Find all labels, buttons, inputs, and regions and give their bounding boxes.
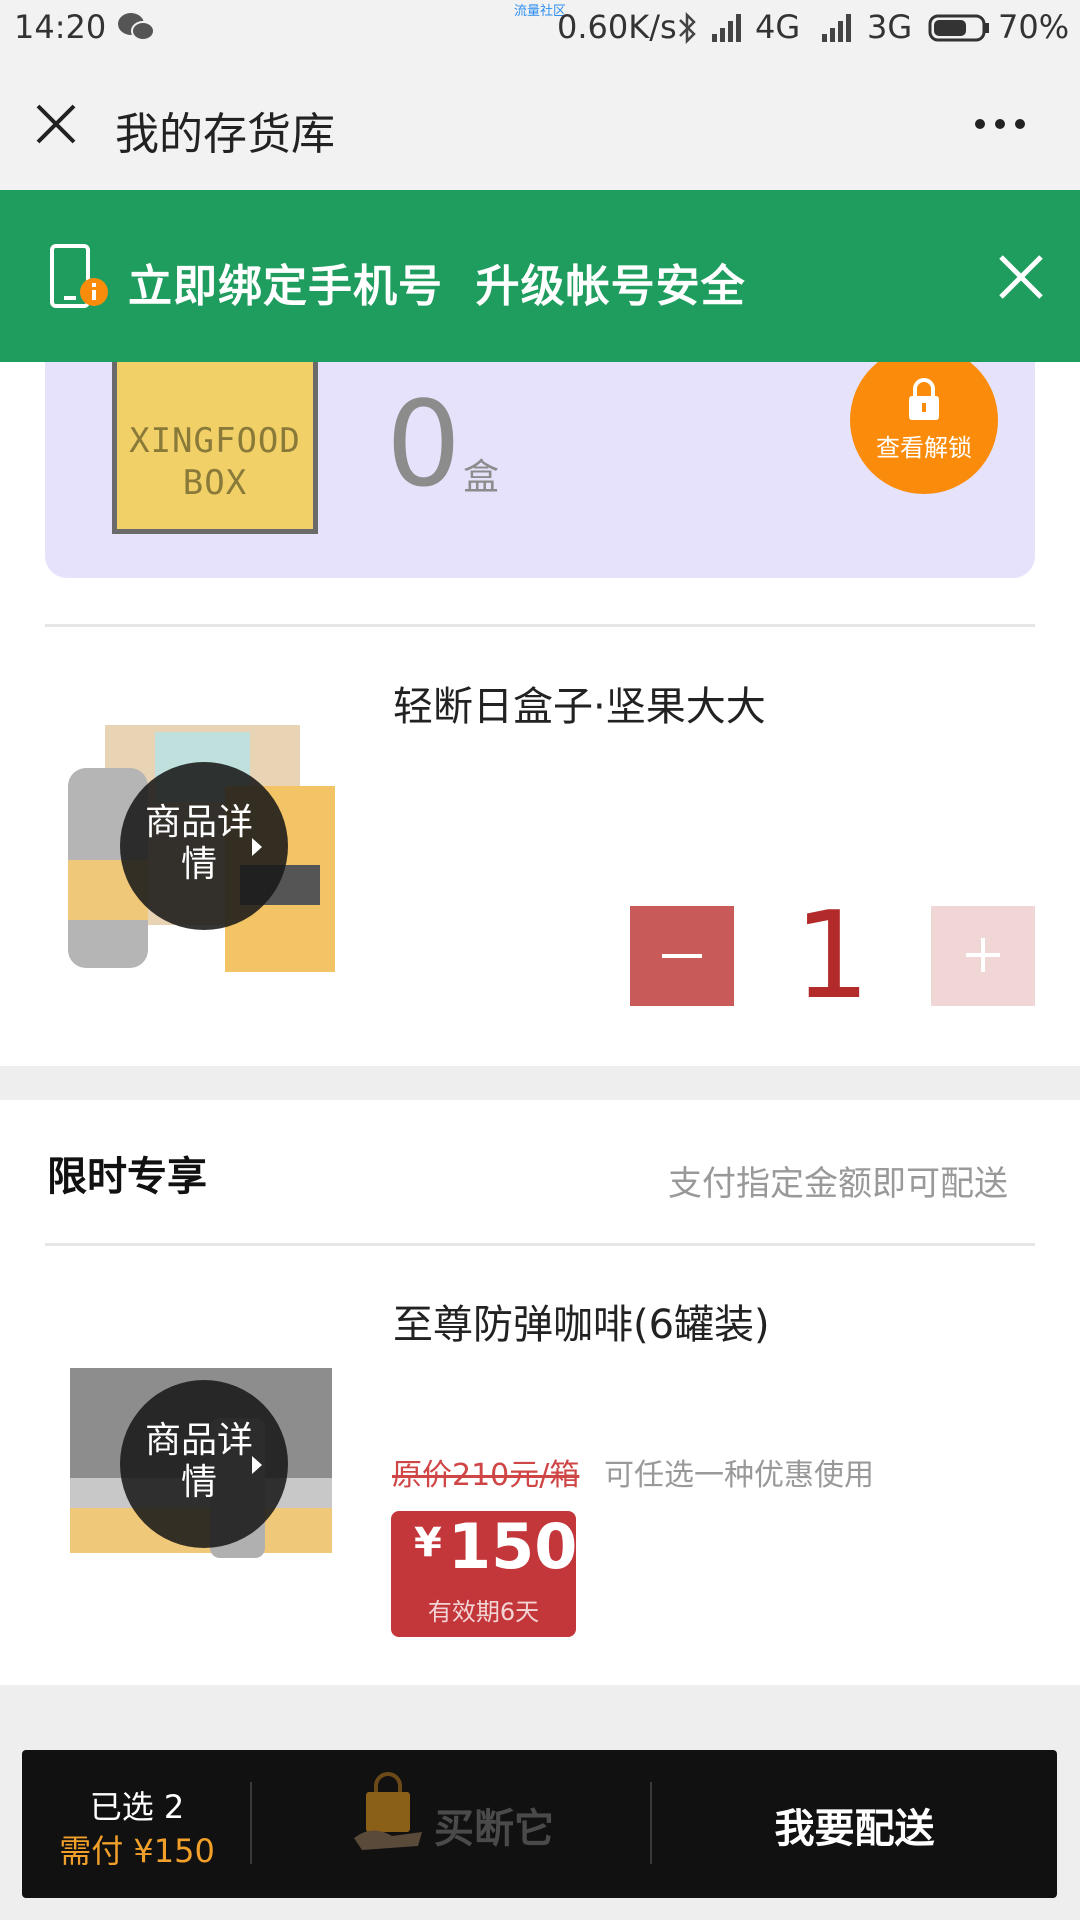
- page-title: 我的存货库: [115, 109, 335, 160]
- price-currency: ¥: [414, 1520, 442, 1566]
- price-value: 150: [448, 1510, 578, 1583]
- limited-section-title: 限时专享: [47, 1154, 207, 1200]
- status-time: 14:20: [14, 8, 107, 46]
- phone-alert-icon: [50, 244, 108, 308]
- promo-note: 可任选一种优惠使用: [604, 1458, 874, 1493]
- bluetooth-icon: [679, 11, 696, 45]
- selected-count: 已选 2: [89, 1788, 185, 1826]
- product-title: 至尊防弹咖啡(6罐装): [393, 1302, 770, 1348]
- battery-percent: 70%: [998, 8, 1070, 46]
- network-type-4g: 4G: [755, 8, 801, 46]
- close-icon[interactable]: [997, 253, 1045, 301]
- product-detail-label: 商品详情: [144, 1420, 253, 1503]
- signal-icon: [822, 14, 851, 42]
- buy-out-button[interactable]: 买断它: [434, 1796, 554, 1854]
- deliver-button-label: 我要配送: [774, 1806, 935, 1852]
- more-icon[interactable]: [972, 116, 1028, 132]
- box-count: 0: [386, 375, 462, 513]
- battery-icon: [928, 14, 989, 42]
- box-image-label: XINGFOOD BOX: [129, 421, 301, 503]
- network-type-3g: 3G: [867, 8, 913, 46]
- price-validity: 有效期6天: [427, 1598, 540, 1626]
- product-title: 轻断日盒子·坚果大大: [393, 684, 766, 730]
- network-speed: 0.60K/s: [557, 8, 677, 46]
- box-count-unit: 盒: [463, 457, 500, 498]
- signal-icon: [712, 14, 741, 42]
- divider: [250, 1782, 252, 1864]
- lock-icon: [909, 378, 939, 420]
- payment-amount: 需付 ¥150: [59, 1832, 215, 1870]
- bind-phone-text: 立即绑定手机号 升级帐号安全: [128, 261, 746, 312]
- arrow-right-icon: [252, 1456, 262, 1474]
- minus-icon: [662, 954, 702, 958]
- product-detail-label: 商品详情: [144, 802, 253, 885]
- divider: [45, 624, 1035, 627]
- plus-icon: [966, 938, 1000, 972]
- quantity-value: 1: [793, 887, 871, 1026]
- view-unlock-label: 查看解锁: [876, 434, 972, 462]
- section-gap: [0, 1066, 1080, 1100]
- shopping-bag-icon: [354, 1772, 422, 1850]
- original-price: 原价210元/箱: [392, 1458, 580, 1493]
- wechat-icon: [118, 13, 155, 41]
- arrow-right-icon: [252, 838, 262, 856]
- divider: [45, 1243, 1035, 1246]
- limited-section-subtitle: 支付指定金额即可配送: [668, 1164, 1008, 1204]
- close-icon[interactable]: [30, 98, 82, 150]
